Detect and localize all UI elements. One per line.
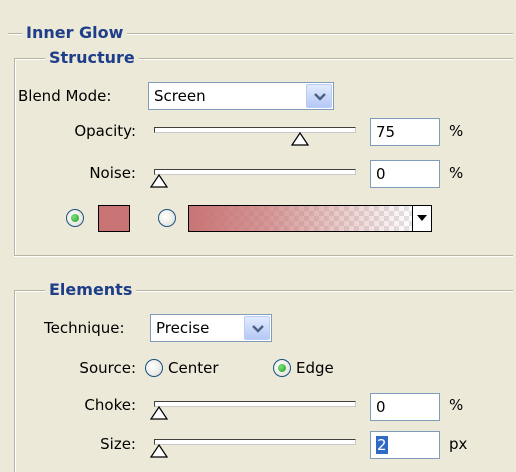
- triangle-thumb-icon[interactable]: [150, 444, 168, 458]
- size-slider[interactable]: [150, 431, 356, 459]
- opacity-slider[interactable]: [150, 119, 356, 147]
- size-slider-track: [154, 439, 356, 445]
- size-value: 2: [376, 436, 388, 454]
- blend-mode-value: Screen: [154, 87, 206, 105]
- choke-slider-track: [154, 401, 356, 407]
- choke-label: Choke:: [84, 396, 136, 414]
- structure-title: Structure: [45, 48, 139, 68]
- chevron-down-icon[interactable]: [244, 316, 270, 340]
- source-center-label[interactable]: Center: [168, 358, 219, 378]
- choke-slider[interactable]: [150, 393, 356, 421]
- noise-input[interactable]: 0: [370, 160, 440, 188]
- triangle-thumb-icon[interactable]: [150, 406, 168, 420]
- inner-glow-title: Inner Glow: [22, 23, 128, 43]
- color-radio[interactable]: [66, 209, 84, 227]
- noise-value: 0: [376, 165, 386, 183]
- opacity-input[interactable]: 75: [370, 118, 440, 146]
- structure-frame-bottom: [14, 256, 513, 257]
- structure-frame-left: [14, 59, 15, 256]
- dropdown-triangle-icon: [417, 215, 427, 221]
- source-center-radio[interactable]: [145, 359, 163, 377]
- opacity-label: Opacity:: [74, 122, 136, 140]
- glow-color-swatch[interactable]: [98, 205, 130, 232]
- size-input[interactable]: 2: [370, 431, 440, 459]
- triangle-thumb-icon[interactable]: [291, 132, 309, 146]
- opacity-value: 75: [376, 123, 396, 141]
- noise-slider[interactable]: [150, 161, 356, 189]
- gradient-picker-button[interactable]: [412, 205, 432, 232]
- triangle-thumb-icon[interactable]: [150, 174, 168, 188]
- radio-selected-dot: [71, 214, 79, 222]
- choke-unit: %: [449, 396, 464, 414]
- size-label: Size:: [100, 435, 136, 453]
- blend-mode-select[interactable]: Screen: [148, 82, 334, 110]
- elements-frame-left: [14, 291, 15, 472]
- source-edge-radio[interactable]: [273, 359, 291, 377]
- source-edge-label[interactable]: Edge: [296, 358, 334, 378]
- technique-label: Technique:: [44, 319, 125, 337]
- technique-value: Precise: [156, 319, 210, 337]
- elements-title: Elements: [45, 280, 137, 300]
- choke-value: 0: [376, 398, 386, 416]
- technique-select[interactable]: Precise: [150, 314, 272, 342]
- noise-label: Noise:: [89, 164, 136, 182]
- chevron-down-icon[interactable]: [306, 84, 332, 108]
- noise-slider-track: [154, 169, 356, 175]
- radio-selected-dot: [278, 364, 286, 372]
- opacity-slider-track: [154, 127, 356, 133]
- choke-input[interactable]: 0: [370, 393, 440, 421]
- opacity-unit: %: [449, 122, 464, 140]
- source-label: Source:: [79, 359, 136, 377]
- size-unit: px: [449, 435, 468, 453]
- gradient-radio[interactable]: [158, 209, 176, 227]
- noise-unit: %: [449, 164, 464, 182]
- glow-gradient-swatch[interactable]: [188, 205, 415, 232]
- blend-mode-label: Blend Mode:: [18, 87, 112, 105]
